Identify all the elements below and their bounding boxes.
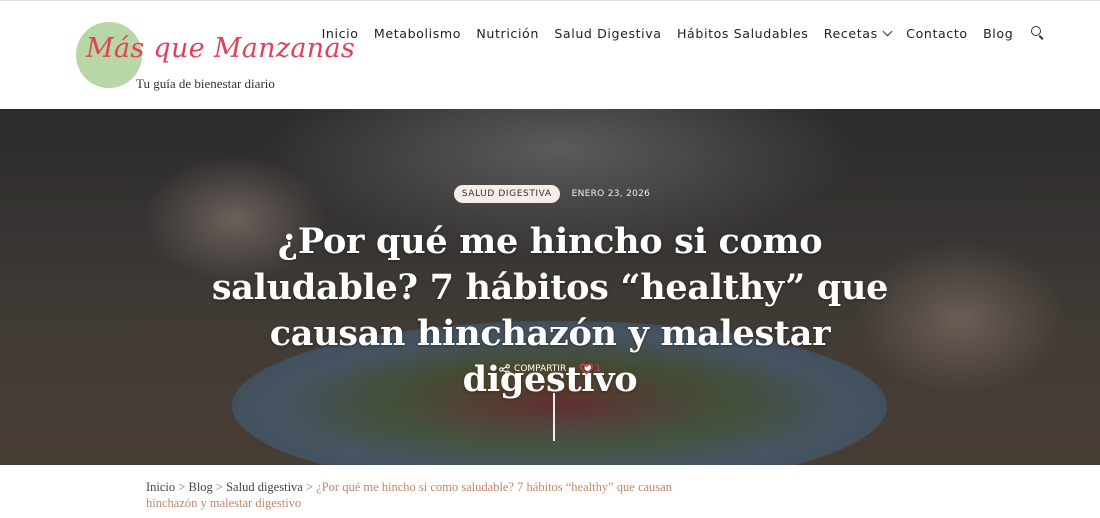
breadcrumb: Inicio > Blog > Salud digestiva > ¿Por q… xyxy=(146,480,706,511)
nav-item-contacto[interactable]: Contacto xyxy=(898,26,975,41)
nav-item-habitos-saludables[interactable]: Hábitos Saludables xyxy=(669,26,816,41)
nav-item-metabolismo[interactable]: Metabolismo xyxy=(366,26,468,41)
nav-item-nutricion[interactable]: Nutrición xyxy=(469,26,547,41)
site-logo[interactable]: Más que Manzanas Tu guía de bienestar di… xyxy=(74,19,355,94)
post-hero: SALUD DIGESTIVA ENERO 23, 2026 ¿Por qué … xyxy=(0,109,1100,465)
post-actions: COMPARTIR 1 xyxy=(0,363,1100,375)
nav-item-recetas[interactable]: Recetas xyxy=(816,26,898,41)
breadcrumb-salud-digestiva[interactable]: Salud digestiva xyxy=(226,480,303,494)
category-badge[interactable]: SALUD DIGESTIVA xyxy=(453,185,560,203)
share-label: COMPARTIR xyxy=(514,364,567,374)
search-icon[interactable] xyxy=(1030,25,1046,41)
nav-item-recetas-label: Recetas xyxy=(823,25,878,41)
nav-item-blog[interactable]: Blog xyxy=(975,26,1021,41)
post-meta: SALUD DIGESTIVA ENERO 23, 2026 xyxy=(0,185,1100,203)
breadcrumb-separator: > xyxy=(215,480,227,494)
nav-item-salud-digestiva[interactable]: Salud Digestiva xyxy=(547,26,670,41)
scroll-indicator xyxy=(553,393,555,441)
breadcrumb-separator: > xyxy=(178,480,189,494)
heart-icon xyxy=(580,363,594,375)
main-nav: Inicio Metabolismo Nutrición Salud Diges… xyxy=(314,25,1046,41)
breadcrumb-inicio[interactable]: Inicio xyxy=(146,480,175,494)
breadcrumb-separator: > xyxy=(305,480,317,494)
logo-tagline: Tu guía de bienestar diario xyxy=(136,76,275,91)
post-date: ENERO 23, 2026 xyxy=(571,189,651,199)
breadcrumb-blog[interactable]: Blog xyxy=(188,480,212,494)
share-icon xyxy=(499,363,510,375)
post-title: ¿Por qué me hincho si como saludable? 7 … xyxy=(211,221,889,400)
share-button[interactable]: COMPARTIR xyxy=(499,363,567,375)
like-count: 1 xyxy=(595,364,601,374)
nav-item-inicio[interactable]: Inicio xyxy=(314,26,366,41)
site-header: Más que Manzanas Tu guía de bienestar di… xyxy=(0,0,1100,109)
chevron-down-icon xyxy=(882,26,893,36)
like-button[interactable]: 1 xyxy=(580,363,601,375)
